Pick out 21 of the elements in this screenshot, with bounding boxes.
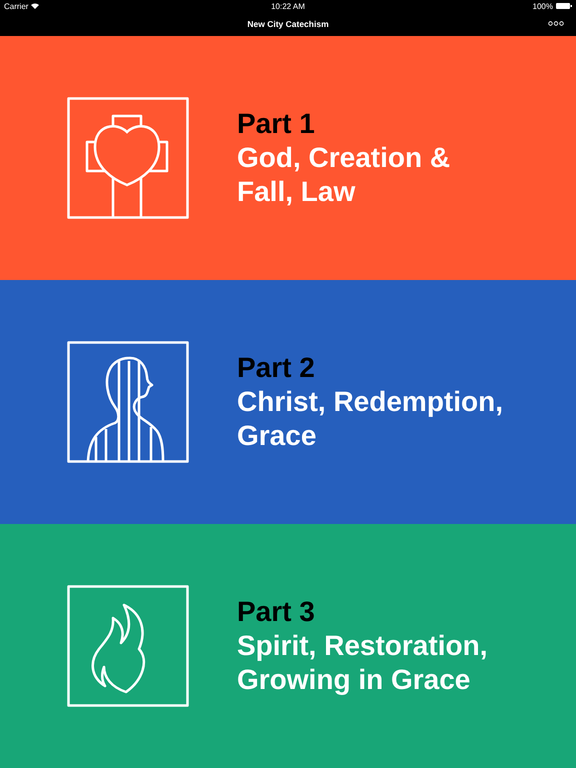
status-time: 10:22 AM: [271, 2, 305, 10]
wifi-icon: [31, 3, 40, 9]
part-number: Part 3: [237, 595, 316, 629]
part-title: God, Creation &: [237, 141, 450, 175]
carrier-label: Carrier: [4, 2, 28, 10]
part-title: Spirit, Restoration,: [237, 629, 488, 663]
battery-icon: [556, 3, 572, 9]
more-icon[interactable]: [548, 21, 564, 26]
part-number: Part 1: [237, 107, 316, 141]
part-panel[interactable]: Part 1 God, Creation & Fall, Law: [0, 36, 576, 280]
person-bars-icon: [67, 341, 189, 463]
part-title: Grace: [237, 419, 318, 453]
part-title: Growing in Grace: [237, 663, 472, 697]
battery-percent: 100%: [532, 2, 553, 10]
part-number: Part 2: [237, 351, 316, 385]
app-title: New City Catechism: [247, 19, 329, 29]
flame-icon: [67, 585, 189, 707]
part-title: Christ, Redemption,: [237, 385, 504, 419]
part-title: Fall, Law: [237, 175, 356, 209]
part-panel[interactable]: Part 2 Christ, Redemption, Grace: [0, 280, 576, 524]
part-panel[interactable]: Part 3 Spirit, Restoration, Growing in Grace: [0, 524, 576, 768]
